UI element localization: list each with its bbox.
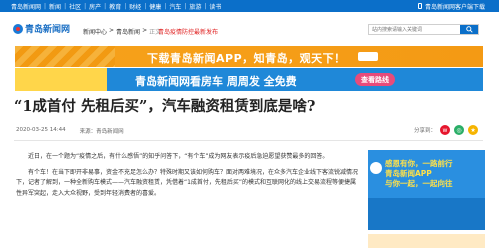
divider: | <box>124 2 127 10</box>
divider: | <box>204 2 207 10</box>
search-input[interactable] <box>369 25 461 34</box>
top-nav-item-education[interactable]: 教育 <box>109 2 121 11</box>
share-label: 分享到： <box>414 128 437 134</box>
logo-icon <box>13 23 23 34</box>
top-nav-item-news[interactable]: 新闻 <box>49 2 61 11</box>
top-nav-item-community[interactable]: 社区 <box>69 2 81 11</box>
breadcrumb-separator: > <box>109 27 115 34</box>
top-nav-bar: 青岛新闻网 | 新闻 | 社区 | 房产 | 教育 | 财经 | 健康 | 汽车 | 旅游 | 读… <box>0 0 499 12</box>
ad-mascot-icon <box>370 162 382 174</box>
search-button[interactable] <box>460 25 478 34</box>
epidemic-alert-link[interactable]: 青岛疫情防控最新发布 <box>158 27 218 36</box>
share-bar: 分享到： w ◎ ★ <box>414 125 479 135</box>
divider: | <box>164 2 167 10</box>
sidebar-ad-secondary[interactable] <box>368 234 485 248</box>
divider: | <box>44 2 47 10</box>
top-nav-item-travel[interactable]: 旅游 <box>189 2 201 11</box>
divider: | <box>144 2 147 10</box>
divider: | <box>184 2 187 10</box>
banner-text: 青岛新闻网看房车 周周发 全免费 <box>135 75 297 88</box>
divider: | <box>104 2 107 10</box>
sidebar-ad-text: 感恩有你，一路前行 青岛新闻APP 与你一起，一起向往 <box>385 159 453 189</box>
breadcrumb-separator: > <box>142 27 148 34</box>
sidebar-ad-line: 与你一起，一起向往 <box>385 179 453 188</box>
breadcrumb-news-center[interactable]: 新闻中心 <box>83 27 107 36</box>
site-header: 青岛新闻网 新闻中心 > 青岛新闻 > 正文 青岛疫情防控最新发布 <box>0 12 499 44</box>
search-box <box>368 24 479 35</box>
logo-text: 青岛新闻网 <box>25 25 71 35</box>
banner-decoration <box>15 46 115 67</box>
divider: | <box>64 2 67 10</box>
top-nav-item-realestate[interactable]: 房产 <box>89 2 101 11</box>
top-nav-item-auto[interactable]: 汽车 <box>169 2 181 11</box>
qzone-icon[interactable]: ★ <box>468 125 479 135</box>
breadcrumb-qingdao-news[interactable]: 青岛新闻 <box>116 27 140 36</box>
sidebar-ad[interactable]: 感恩有你，一路前行 青岛新闻APP 与你一起，一起向往 <box>368 150 485 230</box>
view-route-button[interactable]: 查看路线 <box>355 73 395 86</box>
article-body: 近日，在一个题为“疫情之后，有什么感悟”的知乎问答下，“有个车”成为网友表示疫后… <box>16 152 360 204</box>
app-download-link[interactable]: 青岛新闻网客户端下载 <box>417 2 485 11</box>
top-nav-item-finance[interactable]: 财经 <box>129 2 141 11</box>
article-title: “1成首付 先租后买”，汽车融资租赁到底是啥? <box>14 98 316 115</box>
sidebar-ad-line: 青岛新闻APP <box>385 169 432 178</box>
house-car-banner[interactable]: 青岛新闻网看房车 周周发 全免费 查看路线 <box>15 68 483 91</box>
article-source: 来源：青岛新闻网 <box>79 129 124 135</box>
divider <box>14 140 483 141</box>
site-logo[interactable]: 青岛新闻网 <box>13 22 70 35</box>
app-download-label: 青岛新闻网客户端下载 <box>424 3 485 11</box>
search-icon <box>465 26 473 33</box>
wechat-icon[interactable]: ◎ <box>454 125 465 135</box>
publish-date: 2020-03-25 14:44 <box>16 127 66 133</box>
ad-image <box>368 198 485 230</box>
banner-text: 下载青岛新闻APP，知青岛，观天下！ <box>147 52 346 65</box>
banner-decoration <box>15 68 107 91</box>
article-meta: 2020-03-25 14:44 来源：青岛新闻网 <box>16 127 124 135</box>
divider: | <box>84 2 87 10</box>
top-nav-item-health[interactable]: 健康 <box>149 2 161 11</box>
breadcrumb: 新闻中心 > 青岛新闻 > 正文 <box>83 27 161 36</box>
sidebar-ad-line: 感恩有你，一路前行 <box>385 159 453 168</box>
banner-cta <box>358 52 378 61</box>
app-download-banner[interactable]: 下载青岛新闻APP，知青岛，观天下！ <box>15 46 483 67</box>
phone-icon <box>417 3 422 9</box>
top-nav-item-home[interactable]: 青岛新闻网 <box>11 2 41 11</box>
top-nav-item-books[interactable]: 读书 <box>209 2 221 11</box>
top-nav: 青岛新闻网 | 新闻 | 社区 | 房产 | 教育 | 财经 | 健康 | 汽车 | 旅游 | 读… <box>0 2 221 11</box>
article-paragraph: 近日，在一个题为“疫情之后，有什么感悟”的知乎问答下，“有个车”成为网友表示疫后… <box>28 153 329 160</box>
article-paragraph: 有个车！在当下即开非易事，资金不充足怎么办？特殊时期又该如何购车？面对两难境况，… <box>16 168 359 197</box>
weibo-icon[interactable]: w <box>440 125 451 135</box>
